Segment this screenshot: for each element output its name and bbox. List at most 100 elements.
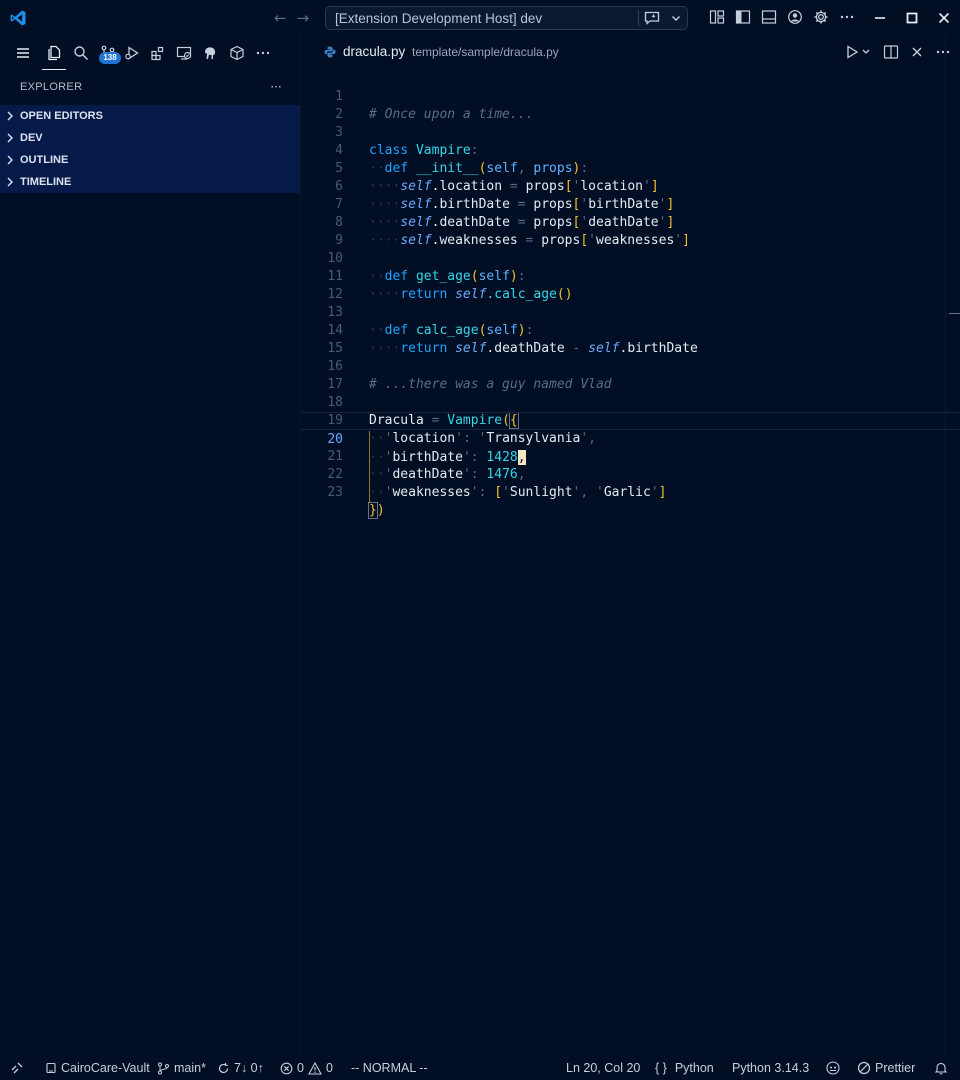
code-line[interactable]: 19 ··'location': 'Transylvania',	[301, 394, 960, 446]
maximize-icon[interactable]	[896, 0, 928, 35]
copilot-icon[interactable]	[826, 1061, 840, 1075]
section-timeline[interactable]: TIMELINE	[0, 171, 300, 193]
toggle-panel-icon[interactable]	[760, 8, 778, 26]
forward-arrow-icon[interactable]: →	[297, 9, 310, 27]
code-line[interactable]: 15	[301, 322, 960, 356]
code-line[interactable]: 1 # Once upon a time...	[301, 70, 960, 122]
laptop-icon	[46, 1062, 56, 1074]
code-line[interactable]: 10 ··def get_age(self):	[301, 232, 960, 284]
layout-controls	[708, 8, 856, 26]
containers-cube-icon[interactable]	[228, 44, 246, 62]
code-line-current[interactable]: 20 ··'birthDate': 1428,	[301, 412, 960, 465]
git-branch-icon	[158, 1062, 169, 1074]
workspace-item[interactable]: CairoCare-Vault	[45, 1061, 150, 1075]
code-line[interactable]: 9	[301, 214, 960, 248]
code-editor[interactable]: 1 # Once upon a time... 2 3 class Vampir…	[301, 70, 960, 530]
section-dev[interactable]: DEV	[0, 127, 300, 149]
activity-bar: 138	[0, 35, 300, 71]
code-line[interactable]: 8 ····self.weaknesses = props['weaknesse…	[301, 196, 960, 248]
formatter-name: Prettier	[875, 1061, 916, 1075]
close-tab-icon[interactable]	[909, 44, 925, 60]
code-line[interactable]: 2	[301, 88, 960, 122]
editor-more-actions-icon[interactable]	[935, 44, 951, 60]
chevron-down-icon[interactable]	[665, 13, 687, 23]
command-center[interactable]: [Extension Development Host] dev	[325, 6, 688, 30]
code-line[interactable]: 13 ··def calc_age(self):	[301, 286, 960, 338]
window-title[interactable]: [Extension Development Host] dev	[326, 11, 638, 26]
chat-icon[interactable]	[639, 11, 665, 25]
bracket-pair-guide	[369, 431, 370, 503]
code-line[interactable]: 7 ····self.deathDate = props['deathDate'…	[301, 178, 960, 230]
python-file-icon	[324, 46, 336, 58]
branch-name: main*	[174, 1061, 206, 1075]
problems-item[interactable]: 0 0	[280, 1061, 333, 1075]
run-debug-icon[interactable]	[123, 44, 141, 62]
status-bar: CairoCare-Vault main* 7↓ 0↑ 0 0 -- NORMA…	[0, 1057, 960, 1080]
minimize-icon[interactable]	[864, 0, 896, 35]
error-count: 0	[297, 1061, 304, 1075]
extensions-icon[interactable]	[149, 44, 167, 62]
editor-tab-bar: dracula.py template/sample/dracula.py	[301, 35, 960, 70]
postgres-elephant-icon[interactable]	[201, 44, 219, 62]
code-line[interactable]: 3 class Vampire:	[301, 106, 960, 158]
settings-gear-icon[interactable]	[812, 8, 830, 26]
prettier-item[interactable]: Prettier	[857, 1061, 915, 1075]
menu-icon[interactable]	[14, 44, 32, 62]
code-line[interactable]: 22 ··'weaknesses': ['Sunlight', 'Garlic'…	[301, 448, 960, 500]
tab-filename[interactable]: dracula.py	[343, 44, 405, 59]
string: Garlic	[603, 485, 651, 500]
code-line[interactable]: 14 ····return self.deathDate - self.birt…	[301, 304, 960, 356]
language-mode-item[interactable]: { } Python	[655, 1061, 714, 1075]
python-interpreter[interactable]: Python 3.14.3	[732, 1061, 809, 1075]
section-label: OPEN EDITORS	[20, 110, 103, 122]
remote-explorer-icon[interactable]	[175, 44, 193, 62]
string: Sunlight	[509, 485, 573, 500]
toggle-primary-sidebar-icon[interactable]	[734, 8, 752, 26]
section-open-editors[interactable]: OPEN EDITORS	[0, 105, 300, 127]
line-number: 23	[327, 485, 343, 500]
string: weaknesses	[392, 485, 471, 500]
section-label: TIMELINE	[20, 176, 72, 188]
language-mode: Python	[674, 1061, 714, 1075]
cursor-position[interactable]: Ln 20, Col 20	[566, 1061, 640, 1075]
tab-filepath: template/sample/dracula.py	[412, 45, 559, 59]
section-label: DEV	[20, 132, 43, 144]
branch-item[interactable]: main*	[157, 1061, 206, 1075]
more-views-icon[interactable]	[254, 44, 272, 62]
chevron-right-icon	[0, 155, 20, 165]
braces-icon: { }	[655, 1061, 667, 1075]
code-line[interactable]: 6 ····self.birthDate = props['birthDate'…	[301, 160, 960, 212]
more-actions-icon[interactable]	[838, 8, 856, 26]
explorer-more-icon[interactable]: ···	[264, 80, 288, 94]
customize-layout-icon[interactable]	[708, 8, 726, 26]
window-controls	[864, 0, 960, 35]
explorer-sections: OPEN EDITORS DEV OUTLINE TIMELINE	[0, 105, 300, 193]
sync-item[interactable]: 7↓ 0↑	[217, 1061, 264, 1075]
source-control-count-badge: 138	[99, 52, 121, 64]
account-icon[interactable]	[786, 8, 804, 26]
back-arrow-icon[interactable]: ←	[274, 9, 287, 27]
notifications-bell-icon[interactable]	[934, 1061, 948, 1075]
close-window-icon[interactable]	[928, 0, 960, 35]
code-line[interactable]: 11 ····return self.calc_age()	[301, 250, 960, 302]
split-editor-icon[interactable]	[883, 44, 899, 60]
code-line[interactable]: 17	[301, 358, 960, 392]
title-bar: ← → [Extension Development Host] dev	[0, 0, 960, 35]
section-label: OUTLINE	[20, 154, 69, 166]
code-line[interactable]: 21 ··'deathDate': 1476,	[301, 430, 960, 482]
navigation-arrows: ← →	[274, 9, 309, 27]
section-outline[interactable]: OUTLINE	[0, 149, 300, 171]
code-line[interactable]: 12	[301, 268, 960, 302]
remote-indicator-icon[interactable]	[10, 1061, 24, 1075]
code-line[interactable]: 18 Dracula = Vampire({	[301, 376, 960, 429]
explorer-icon[interactable]	[42, 44, 66, 70]
run-file-icon[interactable]	[845, 44, 873, 60]
code-line[interactable]: 5 ····self.location = props['location']	[301, 142, 960, 194]
chevron-right-icon	[0, 177, 20, 187]
code-line[interactable]: 23 })	[301, 466, 960, 519]
search-icon[interactable]	[72, 44, 90, 62]
vscode-logo-icon[interactable]	[9, 9, 27, 27]
warning-count: 0	[325, 1061, 333, 1075]
code-line[interactable]: 16 # ...there was a guy named Vlad	[301, 340, 960, 392]
code-line[interactable]: 4 ··def __init__(self, props):	[301, 124, 960, 176]
